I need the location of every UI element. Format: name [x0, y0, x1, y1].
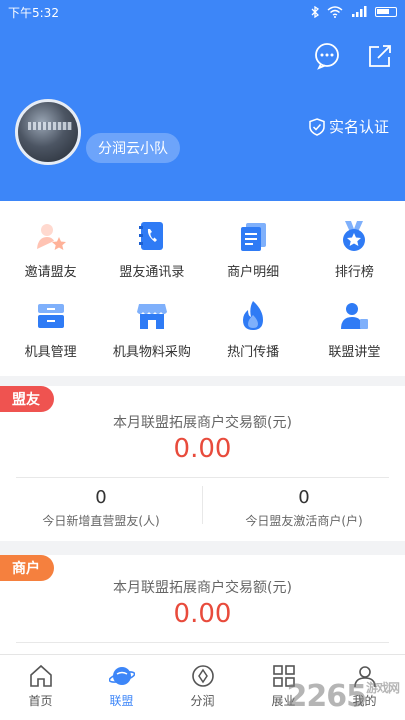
compass-icon [191, 665, 214, 687]
menu-item-ranking[interactable]: 排行榜 [304, 219, 405, 299]
store-icon [136, 304, 167, 329]
avatar[interactable] [15, 99, 81, 165]
signal-icon [352, 6, 367, 17]
merchant-card: 商户 本月联盟拓展商户交易额(元) 0.00 [0, 555, 405, 654]
ally-card: 盟友 本月联盟拓展商户交易额(元) 0.00 0 今日新增直营盟友(人) 0 今… [0, 386, 405, 541]
new-allies-caption: 今日新增直营盟友(人) [42, 514, 160, 528]
battery-icon [375, 7, 397, 17]
phonebook-icon [138, 222, 163, 250]
shield-check-icon [309, 117, 325, 136]
menu-label: 商户明细 [227, 265, 280, 280]
verify-label: 实名认证 [328, 118, 389, 136]
ranking-medal-icon [343, 221, 366, 251]
menu-label: 排行榜 [334, 265, 374, 280]
menu-label: 机具管理 [24, 345, 77, 360]
divider [16, 477, 389, 478]
menu-label: 联盟讲堂 [328, 345, 381, 360]
planet-icon [108, 667, 135, 685]
lecture-icon [341, 303, 369, 329]
share-icon[interactable] [366, 42, 394, 70]
new-allies-stat[interactable]: 0 今日新增直营盟友(人) [0, 487, 202, 529]
menu-item-phonebook[interactable]: 盟友通讯录 [101, 219, 202, 299]
bluetooth-icon [311, 6, 319, 18]
verify-link[interactable]: 实名认证 [309, 116, 389, 137]
menu-label: 盟友通讯录 [119, 265, 185, 280]
menu-item-merchant-detail[interactable]: 商户明细 [203, 219, 304, 299]
menu-item-store[interactable]: 机具物料采购 [101, 299, 202, 379]
menu-item-hot-share[interactable]: 热门传播 [203, 299, 304, 379]
tab-label: 分润 [190, 694, 215, 708]
home-icon [29, 664, 52, 687]
tab-alliance[interactable]: 联盟 [81, 655, 162, 720]
profile-header: 分润云小队 实名认证 [0, 24, 405, 201]
fire-icon [243, 301, 264, 330]
watermark-subtext: 游戏网 [365, 681, 400, 695]
ally-title: 本月联盟拓展商户交易额(元) [113, 415, 292, 431]
menu-label: 热门传播 [227, 345, 280, 360]
merchant-title: 本月联盟拓展商户交易额(元) [113, 580, 292, 596]
ally-amount[interactable]: 0.00 [0, 434, 405, 464]
menu-item-invite[interactable]: 邀请盟友 [0, 219, 101, 299]
menu-item-device-manage[interactable]: 机具管理 [0, 299, 101, 379]
activated-merchants-stat[interactable]: 0 今日盟友激活商户(户) [203, 487, 405, 529]
watermark-text: 2265 [286, 679, 366, 714]
invite-icon [36, 224, 66, 250]
merchant-detail-icon [241, 223, 267, 251]
tab-profit[interactable]: 分润 [162, 655, 243, 720]
activated-merchants-count: 0 [298, 487, 310, 508]
menu-label: 邀请盟友 [24, 265, 77, 280]
merchant-amount[interactable]: 0.00 [0, 599, 405, 629]
function-grid: 邀请盟友 盟友通讯录 商户明细 排行榜 机具管理 机具物料采购 热门传播 联盟讲… [0, 201, 405, 376]
menu-item-lecture[interactable]: 联盟讲堂 [304, 299, 405, 379]
wifi-icon [327, 6, 343, 18]
new-allies-count: 0 [95, 487, 107, 508]
tab-home[interactable]: 首页 [0, 655, 81, 720]
message-icon[interactable] [313, 42, 341, 70]
activated-merchants-caption: 今日盟友激活商户(户) [245, 514, 363, 528]
device-manage-icon [37, 304, 64, 328]
ally-tag: 盟友 [0, 386, 54, 412]
status-bar: 下午5:32 [0, 0, 405, 24]
divider [16, 642, 389, 643]
tab-label: 联盟 [109, 694, 134, 708]
watermark-logo: 2265游戏网 [286, 679, 400, 714]
status-time: 下午5:32 [8, 5, 59, 20]
menu-label: 机具物料采购 [112, 345, 191, 360]
tab-label: 首页 [28, 694, 53, 708]
team-name-pill[interactable]: 分润云小队 [86, 133, 180, 163]
